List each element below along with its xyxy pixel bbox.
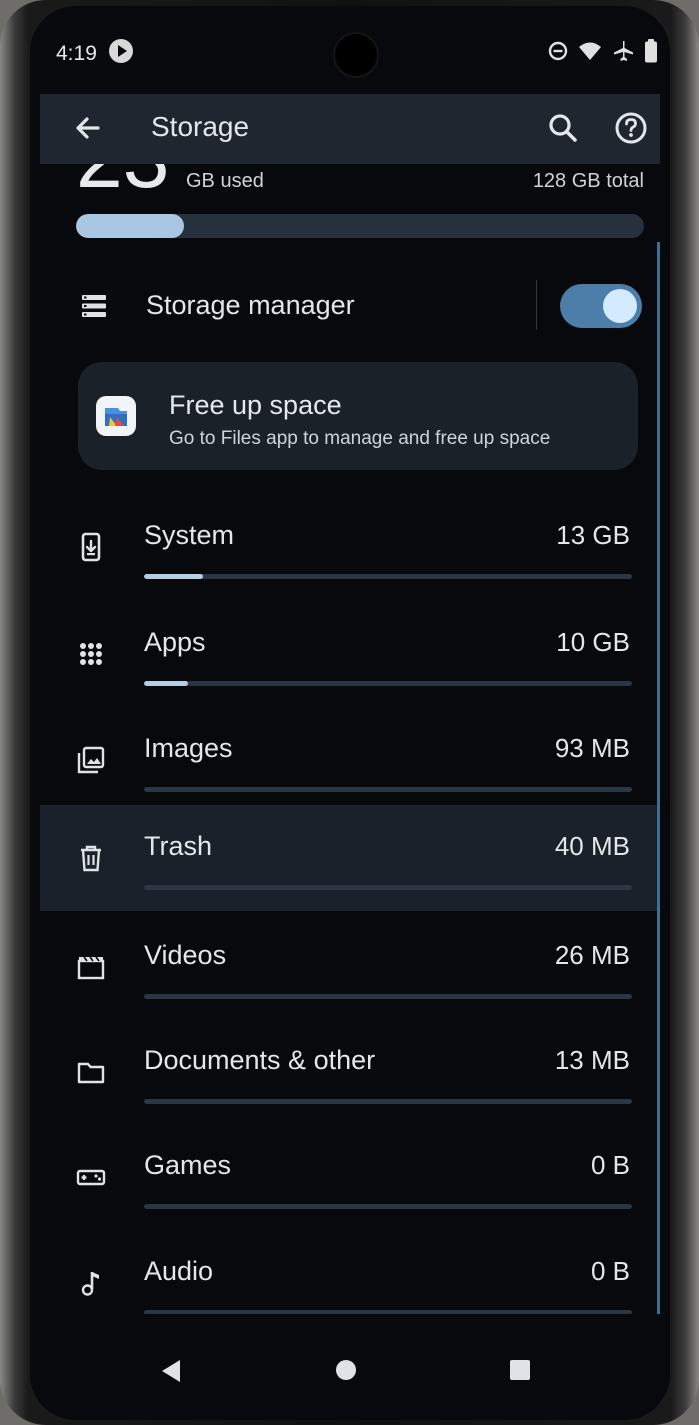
gamepad-icon [76,1169,106,1186]
wifi-icon [579,42,601,60]
category-row-documents[interactable]: Documents & other 13 MB [40,1019,660,1125]
back-button[interactable] [68,108,108,148]
storage-usage-fill [76,214,184,238]
category-size: 10 GB [556,627,630,657]
category-usage-bar [144,574,632,579]
category-row-trash[interactable]: Trash 40 MB [40,805,660,911]
category-row-apps[interactable]: Apps 10 GB [40,601,660,707]
search-button[interactable] [545,110,583,148]
category-row-system[interactable]: System 13 GB [40,494,660,600]
apps-grid-icon [80,643,102,665]
battery-icon [645,39,657,63]
free-up-space-title: Free up space [169,390,342,420]
storage-manager-label: Storage manager [146,290,355,320]
category-label: Games [144,1150,232,1180]
category-row-videos[interactable]: Videos 26 MB [40,914,660,1020]
divider [536,280,537,330]
category-label: Apps [144,627,206,657]
storage-manager-row[interactable]: Storage manager [40,272,660,342]
category-size: 93 MB [554,733,630,763]
category-row-games[interactable]: Games 0 B [40,1124,660,1230]
category-label: Videos [144,940,227,970]
help-button[interactable] [611,108,651,148]
nav-home-icon[interactable] [336,1360,356,1380]
category-label: Documents & other [144,1045,376,1075]
category-size: 13 GB [556,520,630,550]
folder-icon [77,1062,105,1084]
system-update-icon [81,532,101,562]
used-storage-number: 23 [76,164,169,200]
category-size: 0 B [590,1256,630,1286]
category-size: 13 MB [554,1045,630,1075]
category-row-audio[interactable]: Audio 0 B [40,1230,660,1314]
free-up-space-subtitle: Go to Files app to manage and free up sp… [169,428,551,449]
image-library-icon [77,746,105,774]
nav-back-icon[interactable] [158,1358,184,1384]
do-not-disturb-icon [548,41,568,61]
trash-icon [81,845,101,872]
category-usage-fill [144,681,188,686]
storage-content[interactable]: 23 GB used 128 GB total Storage manager [40,164,660,1314]
category-usage-bar [144,681,632,686]
category-size: 40 MB [554,831,630,861]
category-usage-fill [144,574,203,579]
free-up-space-card[interactable]: Free up space Go to Files app to manage … [78,362,638,470]
toggle-knob [603,289,637,323]
phone-screen: 4:19 Storage GB used 128 GB total Storag… [30,6,670,1420]
nav-recents-icon[interactable] [510,1360,530,1380]
used-storage-unit: GB used [186,170,264,192]
category-label: System [144,520,235,550]
total-storage: 128 GB total [532,170,644,192]
category-label: Audio [144,1256,214,1286]
storage-manager-toggle[interactable] [560,284,642,328]
storage-usage-bar [76,214,644,238]
front-camera [333,32,379,78]
status-icons [548,39,658,63]
category-usage-bar [144,994,632,999]
storage-list-icon [82,295,106,317]
category-usage-bar [144,787,632,792]
category-usage-bar [144,1099,632,1104]
arrow-back-icon [76,117,100,139]
page-title: Storage [151,111,250,142]
category-label: Trash [144,831,213,861]
status-time: 4:19 [56,42,97,65]
category-usage-bar [144,1204,632,1209]
category-size: 26 MB [554,940,630,970]
media-playing-icon [109,39,133,63]
navigation-bar [30,1314,670,1420]
help-icon [615,112,647,144]
music-note-icon [81,1272,99,1296]
movie-clapper-icon [77,956,105,980]
category-size: 0 B [590,1150,630,1180]
app-bar: Storage [40,94,660,164]
category-usage-bar [144,885,632,890]
category-label: Images [144,733,233,763]
scrollbar[interactable] [657,242,660,1314]
search-icon [549,114,577,142]
category-row-images[interactable]: Images 93 MB [40,707,660,813]
airplane-mode-icon [614,41,633,61]
files-app-icon [96,396,136,436]
